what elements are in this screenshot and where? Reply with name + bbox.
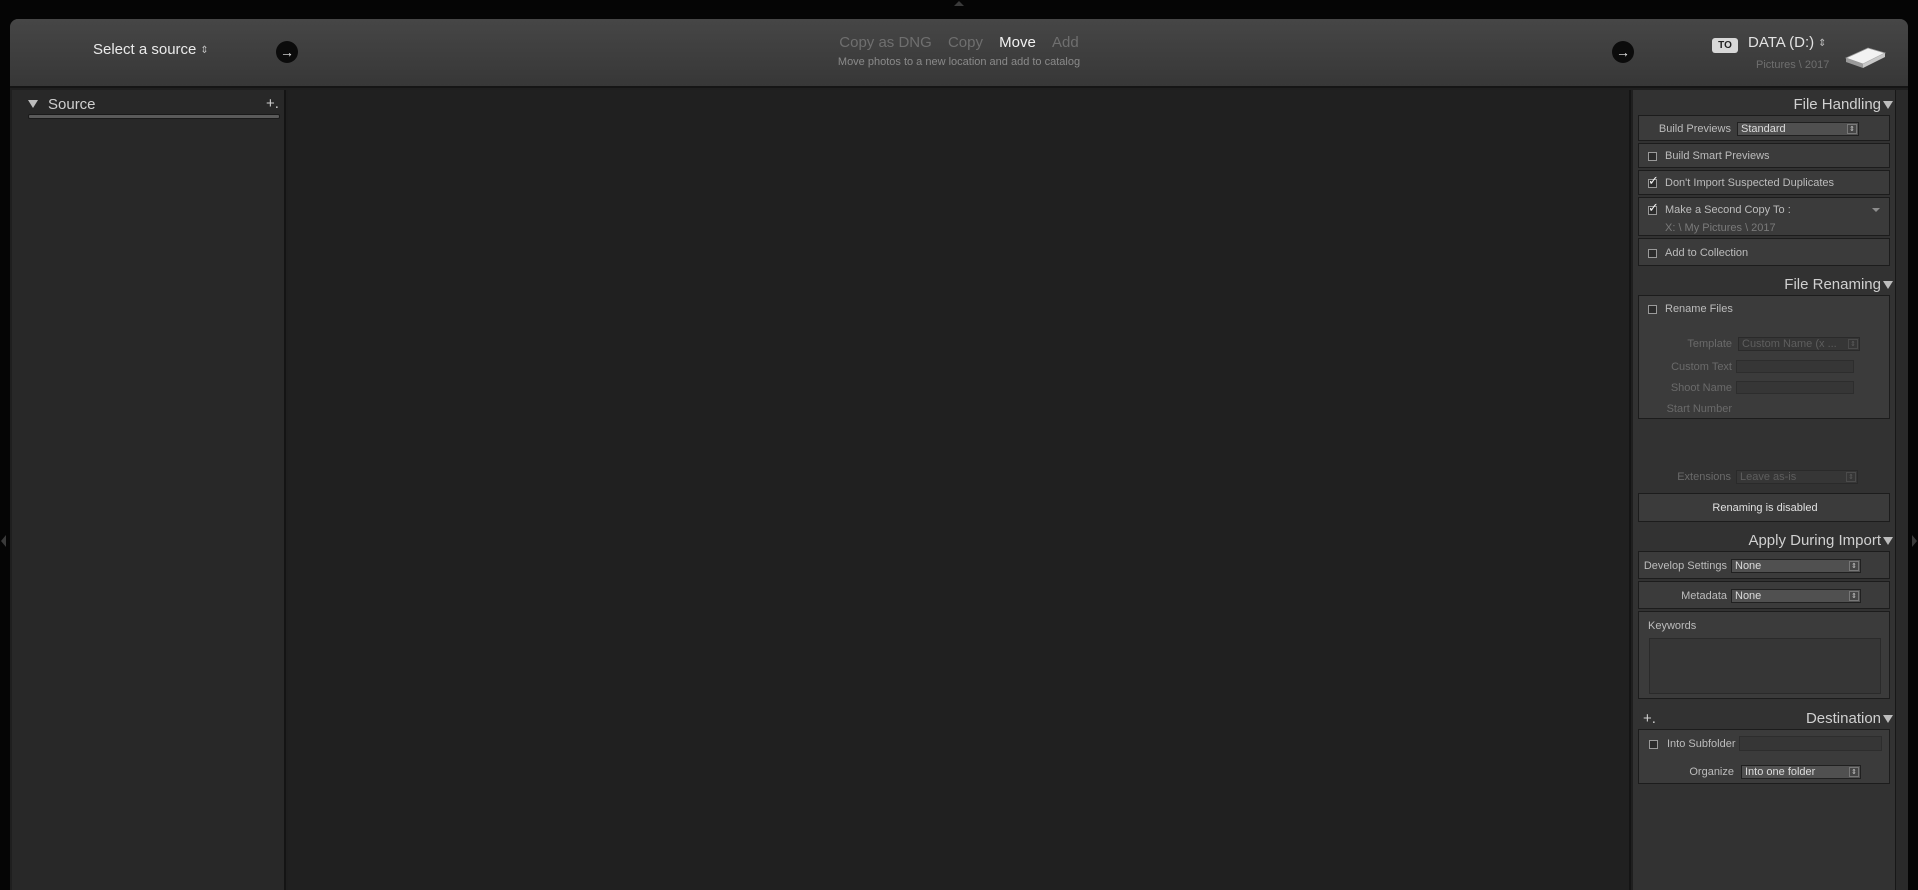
second-copy-dropdown-icon[interactable] xyxy=(1872,208,1880,212)
organize-label: Organize xyxy=(1689,766,1734,778)
destination-arrow-icon[interactable]: → xyxy=(1612,41,1634,63)
template-label: Template xyxy=(1687,338,1732,350)
shoot-name-input[interactable] xyxy=(1736,381,1854,394)
source-panel-header[interactable]: Source xyxy=(28,96,96,113)
start-number-label: Start Number xyxy=(1666,403,1732,415)
add-source-icon[interactable]: +. xyxy=(266,95,279,112)
select-arrow-icon: ⇕ xyxy=(1846,472,1856,482)
mode-add[interactable]: Add xyxy=(1052,34,1079,51)
develop-settings-row: Develop Settings None ⇕ xyxy=(1638,551,1890,579)
destination-options: Into Subfolder Organize Into one folder ⇕ xyxy=(1638,729,1890,784)
develop-settings-select[interactable]: None ⇕ xyxy=(1731,559,1861,573)
apply-during-import-title: Apply During Import xyxy=(1748,532,1881,549)
file-renaming-title: File Renaming xyxy=(1784,276,1881,293)
second-copy-label: Make a Second Copy To : xyxy=(1665,204,1791,216)
select-arrow-icon: ⇕ xyxy=(1848,339,1858,349)
source-panel-title: Source xyxy=(48,96,96,113)
renaming-options: Rename Files Template Custom Name (x ...… xyxy=(1638,295,1890,419)
destination-drive-selector[interactable]: DATA (D:) ⇕ xyxy=(1748,34,1827,51)
keywords-row: Keywords xyxy=(1638,611,1890,699)
organize-select[interactable]: Into one folder ⇕ xyxy=(1741,765,1861,779)
develop-settings-label: Develop Settings xyxy=(1643,560,1727,572)
select-arrow-icon: ⇕ xyxy=(1849,591,1859,601)
collapse-triangle-icon xyxy=(28,100,38,108)
top-panel-toggle[interactable] xyxy=(954,1,964,6)
rename-files-label: Rename Files xyxy=(1665,303,1733,315)
mode-copy-as-dng[interactable]: Copy as DNG xyxy=(839,34,932,51)
second-copy-path: X: \ My Pictures \ 2017 xyxy=(1665,222,1776,234)
metadata-label: Metadata xyxy=(1681,590,1727,602)
metadata-select[interactable]: None ⇕ xyxy=(1731,589,1861,603)
subfolder-name-input[interactable] xyxy=(1739,736,1882,751)
custom-text-label: Custom Text xyxy=(1671,361,1732,373)
photo-grid-area xyxy=(288,90,1631,890)
file-handling-collapse-icon[interactable] xyxy=(1883,101,1893,109)
select-arrow-icon: ⇕ xyxy=(1847,124,1857,134)
destination-path: Pictures \ 2017 xyxy=(1756,59,1830,71)
apply-during-import-collapse-icon[interactable] xyxy=(1883,537,1893,545)
second-copy-row: Make a Second Copy To : X: \ My Pictures… xyxy=(1638,197,1890,236)
select-arrow-icon: ⇕ xyxy=(1849,767,1859,777)
add-to-collection-label: Add to Collection xyxy=(1665,247,1749,259)
destination-drive-label: DATA (D:) xyxy=(1748,34,1815,51)
shoot-name-label: Shoot Name xyxy=(1670,382,1732,394)
renaming-disabled-message: Renaming is disabled xyxy=(1712,502,1818,514)
file-renaming-collapse-icon[interactable] xyxy=(1883,281,1893,289)
destination-collapse-icon[interactable] xyxy=(1883,715,1893,723)
import-window: Select a source ⇕ → Copy as DNG Copy Move… xyxy=(10,19,1908,890)
updown-icon: ⇕ xyxy=(1818,38,1827,49)
dont-import-duplicates-label: Don't Import Suspected Duplicates xyxy=(1665,177,1835,189)
renaming-disabled-row: Renaming is disabled xyxy=(1638,493,1890,522)
into-subfolder-label: Into Subfolder xyxy=(1667,738,1736,750)
template-select[interactable]: Custom Name (x ... ⇕ xyxy=(1738,337,1860,351)
to-badge: TO xyxy=(1712,38,1738,53)
second-copy-checkbox[interactable] xyxy=(1648,200,1659,216)
file-handling-title: File Handling xyxy=(1793,96,1881,113)
build-previews-row: Build Previews Standard ⇕ xyxy=(1638,115,1890,141)
build-smart-previews-checkbox[interactable] xyxy=(1648,152,1657,161)
select-arrow-icon: ⇕ xyxy=(1849,561,1859,571)
build-smart-previews-label: Build Smart Previews xyxy=(1665,150,1770,162)
build-previews-select[interactable]: Standard ⇕ xyxy=(1737,122,1859,136)
mode-copy[interactable]: Copy xyxy=(948,34,983,51)
left-panel-toggle[interactable] xyxy=(1,535,6,547)
import-header: Select a source ⇕ → Copy as DNG Copy Move… xyxy=(10,19,1908,88)
add-to-collection-row: Add to Collection xyxy=(1638,238,1890,266)
duplicates-row: Don't Import Suspected Duplicates xyxy=(1638,170,1890,195)
rename-files-checkbox[interactable] xyxy=(1648,305,1657,314)
right-panel-toggle[interactable] xyxy=(1912,535,1917,547)
extensions-select[interactable]: Leave as-is ⇕ xyxy=(1736,470,1858,484)
add-to-collection-checkbox[interactable] xyxy=(1648,249,1657,258)
build-previews-label: Build Previews xyxy=(1658,123,1731,135)
hard-drive-icon xyxy=(1844,47,1887,68)
settings-panel: File Handling Build Previews Standard ⇕ B… xyxy=(1633,90,1895,890)
mode-move[interactable]: Move xyxy=(999,34,1036,51)
smart-previews-row: Build Smart Previews xyxy=(1638,143,1890,168)
metadata-row: Metadata None ⇕ xyxy=(1638,581,1890,609)
dont-import-duplicates-checkbox[interactable] xyxy=(1648,173,1659,189)
into-subfolder-checkbox[interactable] xyxy=(1649,740,1658,749)
keywords-input[interactable] xyxy=(1649,638,1881,694)
destination-title: Destination xyxy=(1805,710,1881,727)
custom-text-input[interactable] xyxy=(1736,360,1854,373)
source-scrollbar[interactable] xyxy=(28,114,280,119)
keywords-label: Keywords xyxy=(1648,620,1697,632)
extensions-label: Extensions xyxy=(1677,471,1731,483)
source-panel: Source +. xyxy=(12,90,286,890)
settings-scrollbar[interactable] xyxy=(1895,90,1908,890)
